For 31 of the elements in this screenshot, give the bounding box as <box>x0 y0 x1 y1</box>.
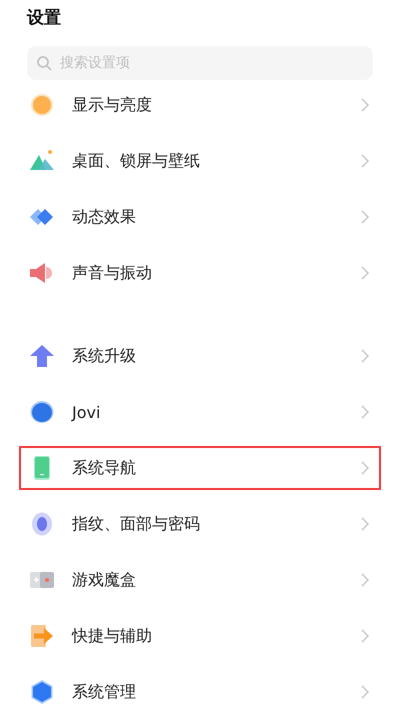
chevron-right-icon <box>361 573 369 587</box>
settings-item[interactable]: 桌面、锁屏与壁纸 <box>19 133 381 189</box>
chevron-right-icon <box>361 461 369 475</box>
settings-item[interactable]: 快捷与辅助 <box>19 608 381 664</box>
mountain-icon <box>30 149 54 173</box>
chevron-right-icon <box>361 517 369 531</box>
settings-item[interactable]: 系统导航 <box>19 446 381 490</box>
settings-item[interactable]: Jovi <box>19 384 381 440</box>
chevron-right-icon <box>361 98 369 112</box>
settings-item[interactable]: 动态效果 <box>19 189 381 245</box>
settings-item[interactable]: 系统升级 <box>19 328 381 384</box>
settings-item[interactable]: 声音与振动 <box>19 245 381 301</box>
settings-item[interactable]: 系统管理 <box>19 664 381 705</box>
settings-item[interactable]: 显示与亮度 <box>19 86 381 133</box>
blob-icon <box>30 400 54 424</box>
page-title: 设置 <box>27 7 62 30</box>
speaker-icon <box>30 261 54 285</box>
chevron-right-icon <box>361 685 369 699</box>
sun-icon <box>30 93 54 117</box>
chevron-right-icon <box>361 629 369 643</box>
arrow-up-icon <box>30 344 54 368</box>
fingerprint-icon <box>30 512 54 536</box>
chevron-right-icon <box>361 154 369 168</box>
settings-item[interactable]: 游戏魔盒 <box>19 552 381 608</box>
chevron-right-icon <box>361 210 369 224</box>
chevron-right-icon <box>361 405 369 419</box>
hexagon-icon <box>30 680 54 704</box>
arrow-right-icon <box>30 624 54 648</box>
settings-item[interactable]: 指纹、面部与密码 <box>19 496 381 552</box>
chevron-right-icon <box>361 266 369 280</box>
chevron-right-icon <box>361 349 369 363</box>
